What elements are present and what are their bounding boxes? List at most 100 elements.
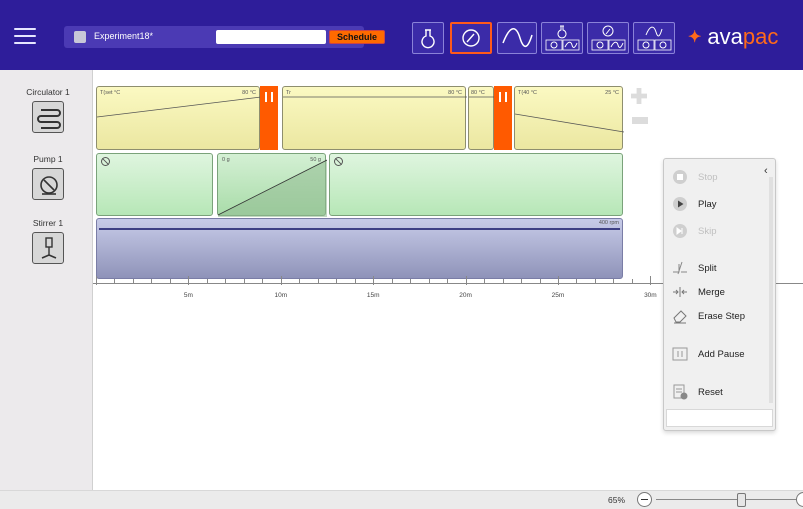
top-bar: Experiment18* Schedule ✦ avapac [0, 0, 803, 70]
brand-text-pac: pac [742, 24, 779, 49]
merge-icon [673, 287, 687, 297]
menu-item-label: Skip [698, 226, 717, 237]
pump-step-3[interactable] [329, 153, 623, 216]
circulator-step-1[interactable]: T(set °C 80 °C [96, 86, 261, 150]
wave-icon[interactable] [497, 22, 537, 54]
ruler-tick [650, 276, 652, 285]
menu-item-label: Erase Step [698, 311, 745, 322]
menu-item-stop[interactable]: Stop [672, 169, 770, 187]
brand-text-ava: ava [707, 24, 743, 49]
ruler-tick [169, 279, 171, 284]
device-sidebar: Circulator 1 Pump 1 Stirrer 1 [0, 70, 93, 490]
menu-item-play[interactable]: Play [672, 196, 770, 214]
schedule-button[interactable]: Schedule [329, 30, 385, 44]
zoom-in-button[interactable] [796, 492, 803, 507]
ruler-tick [243, 279, 245, 284]
device-label: Circulator 1 [26, 87, 70, 97]
zoom-level: 65% [608, 495, 626, 505]
ruler-label: 10m [274, 292, 288, 299]
split-icon [673, 261, 687, 275]
ruler-tick [373, 276, 375, 285]
ruler-tick [428, 279, 430, 284]
device-label: Stirrer 1 [32, 218, 64, 228]
ruler-tick [465, 276, 467, 285]
ruler-tick [299, 279, 301, 284]
experiment-box: Experiment18* Schedule [64, 26, 385, 48]
ruler-tick [521, 279, 523, 284]
experiment-name[interactable]: Experiment18* [94, 31, 153, 41]
pump-icon[interactable] [32, 168, 64, 200]
ruler-tick [188, 276, 190, 285]
ruler-tick [484, 279, 486, 284]
ruler-label: 15m [366, 292, 380, 299]
ruler-tick [206, 279, 208, 284]
ruler-label: 5m [183, 292, 193, 299]
skip-icon [673, 224, 687, 238]
ruler-label: 30m [644, 292, 657, 299]
stirrer-speed-line [99, 228, 620, 230]
ruler-tick [447, 279, 449, 284]
status-bar: 65% [0, 490, 803, 509]
menu-item-label: Play [698, 199, 717, 210]
device-stirrer: Stirrer 1 [18, 218, 78, 264]
device-label: Pump 1 [33, 154, 63, 164]
pause-block[interactable] [260, 86, 278, 150]
ruler-tick [317, 279, 319, 284]
schedule-input[interactable] [216, 30, 326, 44]
zoom-slider-thumb[interactable] [737, 493, 746, 507]
menu-item-reset[interactable]: Reset [672, 384, 770, 402]
hamburger-menu-icon[interactable] [14, 28, 36, 44]
ruler-tick [354, 279, 356, 284]
gauge-flask-wave-icon[interactable] [587, 22, 629, 54]
stirrer-speed-label: 400 rpm [598, 220, 619, 226]
ruler-tick [114, 279, 116, 284]
pause-icon [499, 92, 507, 102]
ruler-tick [502, 279, 504, 284]
menu-item-label: Stop [698, 172, 718, 183]
reset-icon [673, 384, 688, 400]
pump-step-2[interactable]: 0 g 50 g [217, 153, 327, 217]
pump-step-1[interactable] [96, 153, 213, 216]
coil-icon[interactable] [32, 101, 64, 133]
circulator-step-3[interactable]: 80 °C [468, 86, 495, 150]
experiment-icon [74, 31, 86, 43]
wave-flask-gauge-icon[interactable] [633, 22, 675, 54]
ruler-tick [594, 279, 596, 284]
menu-item-label: Reset [698, 387, 723, 398]
add-step-plus-icon[interactable] [631, 88, 647, 104]
ruler-tick [336, 279, 338, 284]
stirrer-icon[interactable] [32, 232, 64, 264]
circulator-step-2[interactable]: Tr 80 °C [282, 86, 467, 150]
pause-icon [265, 92, 273, 102]
ruler-tick [391, 279, 393, 284]
remove-step-minus-icon[interactable] [632, 117, 648, 124]
flask-icon[interactable] [412, 22, 444, 54]
context-menu-footer [666, 409, 773, 427]
menu-item-merge[interactable]: Merge [672, 284, 770, 302]
ruler-tick [262, 279, 264, 284]
brand-mark-icon: ✦ [688, 29, 702, 46]
menu-item-skip[interactable]: Skip [672, 223, 770, 241]
no-flow-icon [101, 157, 110, 166]
stop-icon [673, 170, 687, 184]
ruler-tick [132, 279, 134, 284]
ruler-tick [558, 276, 559, 285]
device-circulator: Circulator 1 [18, 87, 78, 133]
stirrer-step-1[interactable]: 400 rpm [96, 218, 623, 279]
ruler-tick [613, 279, 615, 284]
pause-block[interactable] [494, 86, 512, 150]
menu-item-label: Merge [698, 287, 725, 298]
menu-item-label: Split [698, 263, 717, 274]
menu-item-erase-step[interactable]: Erase Step [672, 308, 770, 326]
zoom-slider-track[interactable] [656, 499, 796, 500]
play-icon [673, 197, 687, 211]
flask-pump-wave-icon[interactable] [541, 22, 583, 54]
gauge-icon[interactable] [450, 22, 492, 54]
menu-item-label: Add Pause [698, 349, 745, 360]
circulator-step-4[interactable]: T(40 °C 25 °C [514, 86, 624, 150]
menu-item-add-pause[interactable]: Add Pause [672, 346, 770, 364]
zoom-out-button[interactable] [637, 492, 652, 507]
ruler-label: 20m [459, 292, 472, 299]
menu-item-split[interactable]: Split [672, 260, 770, 278]
ruler-tick [539, 279, 541, 284]
